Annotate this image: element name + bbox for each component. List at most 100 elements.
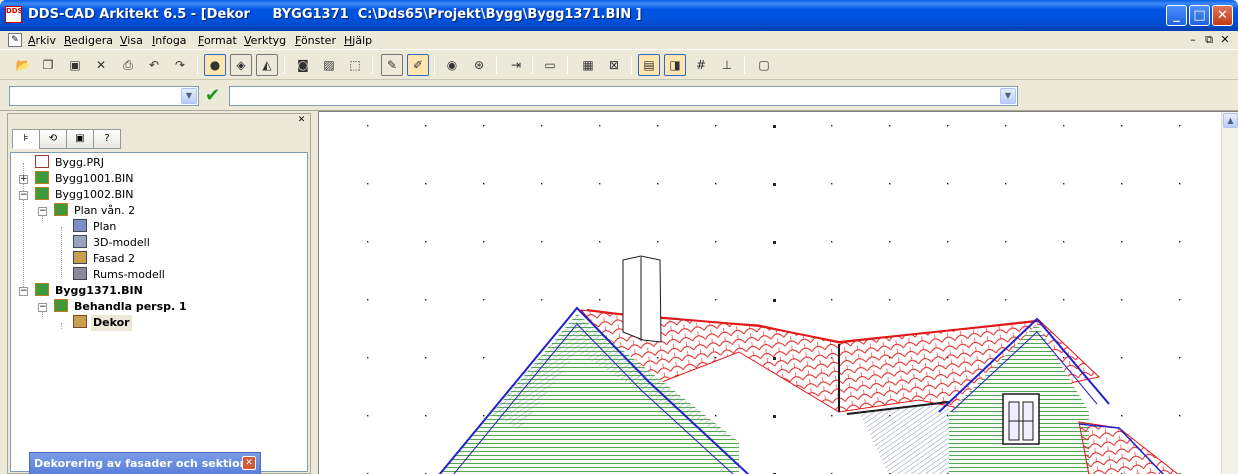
grid-dot: [1179, 125, 1181, 127]
ruler-icon[interactable]: ⊥: [716, 54, 738, 76]
tree-node-dekor[interactable]: Dekor: [73, 315, 132, 331]
collapse-icon[interactable]: −: [19, 191, 28, 200]
mdi-restore-button[interactable]: ⧉: [1202, 33, 1216, 47]
grid-dot: [947, 125, 949, 127]
close-icon[interactable]: ✕: [296, 115, 307, 126]
chevron-down-icon[interactable]: ▼: [181, 88, 197, 104]
tree-node-behandla-persp[interactable]: Behandla persp. 1: [54, 299, 189, 315]
menu-hjalp[interactable]: Hjälp: [344, 34, 372, 47]
tree-node-bygg1001[interactable]: Bygg1001.BIN: [35, 171, 136, 187]
measure-icon[interactable]: ⊛: [468, 54, 490, 76]
image-icon[interactable]: ▦: [577, 54, 599, 76]
grid-dot: [367, 415, 369, 417]
grid-dot: [599, 125, 601, 127]
grid-icon[interactable]: #: [690, 54, 712, 76]
print-icon[interactable]: ⎙: [117, 54, 139, 76]
house-drawing[interactable]: [319, 112, 1222, 474]
grid-dot: [1005, 299, 1007, 301]
grid-dot: [483, 357, 485, 359]
view-tab[interactable]: ▣: [66, 129, 94, 149]
command-combo[interactable]: ▼: [229, 86, 1018, 106]
collapse-icon[interactable]: −: [19, 287, 28, 296]
snap-icon[interactable]: ◨: [664, 54, 686, 76]
plan-view-icon[interactable]: ▤: [638, 54, 660, 76]
grid-dot: [541, 241, 543, 243]
tree-node-plan-van-2[interactable]: Plan vån. 2: [54, 203, 137, 219]
render-scene-icon[interactable]: ◭: [256, 54, 278, 76]
grid-dot: [773, 241, 776, 244]
decoration-dialog[interactable]: Dekorering av fasader och sektion ✕: [29, 452, 261, 474]
tree-node-rums-modell[interactable]: Rums-modell: [73, 267, 167, 283]
pencil-icon[interactable]: ✎: [381, 54, 403, 76]
mdi-close-button[interactable]: ✕: [1218, 33, 1232, 46]
redo-icon[interactable]: ↷: [169, 54, 191, 76]
tree-node-fasad-2[interactable]: Fasad 2: [73, 251, 137, 267]
tree-node-3d-modell[interactable]: 3D-modell: [73, 235, 152, 251]
grid-dot: [367, 299, 369, 301]
drawing-canvas[interactable]: ▲: [318, 111, 1238, 474]
view-window-icon[interactable]: ◙: [292, 54, 314, 76]
chevron-down-icon[interactable]: ▼: [1000, 88, 1016, 104]
menu-arkiv[interactable]: Arkiv: [28, 34, 56, 47]
mdi-minimize-button[interactable]: –: [1186, 33, 1200, 46]
render-sphere-icon[interactable]: ●: [204, 54, 226, 76]
app-icon[interactable]: DDS: [5, 6, 23, 23]
toolbar-separator: [284, 56, 285, 74]
toolbar: 📂 ❐ ▣ ✕ ⎙ ↶ ↷ ● ◈ ◭ ◙ ▨ ⬚ ✎ ✐ ◉ ⊛ ⇥ ▭ ▦ …: [0, 51, 1238, 80]
layers-tab[interactable]: ⟲: [39, 129, 67, 149]
new-project-icon[interactable]: ❐: [37, 54, 59, 76]
collapse-icon[interactable]: −: [38, 207, 47, 216]
tree-node-bygg1002[interactable]: Bygg1002.BIN: [35, 187, 136, 203]
grid-dot: [425, 241, 427, 243]
vertical-scrollbar[interactable]: ▲: [1221, 112, 1238, 474]
expand-icon[interactable]: +: [19, 175, 28, 184]
open-folder-icon[interactable]: 📂: [12, 54, 34, 76]
insert-icon[interactable]: ⇥: [505, 54, 527, 76]
text-box-icon[interactable]: ▭: [539, 54, 561, 76]
menu-visa[interactable]: Visa: [120, 34, 143, 47]
view-image-icon[interactable]: ▨: [318, 54, 340, 76]
chevron-up-icon[interactable]: ▲: [1223, 113, 1238, 128]
menu-infoga[interactable]: Infoga: [152, 34, 187, 47]
building-icon: [35, 187, 49, 200]
grid-dot: [1005, 125, 1007, 127]
project-icon: [35, 155, 49, 168]
crop-icon[interactable]: ⊠: [603, 54, 625, 76]
collapse-icon[interactable]: −: [38, 303, 47, 312]
layer-combo[interactable]: ▼: [9, 86, 199, 106]
menu-fonster[interactable]: Fönster: [295, 34, 336, 47]
eraser-icon[interactable]: ✐: [407, 54, 429, 76]
toolbar-separator: [197, 56, 198, 74]
grid-dot: [947, 183, 949, 185]
minimize-button[interactable]: _: [1166, 5, 1187, 26]
toolbar-separator: [744, 56, 745, 74]
eye-icon[interactable]: ◉: [441, 54, 463, 76]
fullscreen-icon[interactable]: ▢: [753, 54, 775, 76]
grid-dot: [831, 125, 833, 127]
render-box-icon[interactable]: ◈: [230, 54, 252, 76]
delete-icon[interactable]: ✕: [90, 54, 112, 76]
menu-redigera[interactable]: Redigera: [64, 34, 113, 47]
grid-dot: [1063, 241, 1065, 243]
menu-format[interactable]: Format: [198, 34, 237, 47]
dormer-window[interactable]: [1002, 393, 1040, 445]
check-icon[interactable]: ✔: [205, 85, 220, 106]
undo-icon[interactable]: ↶: [143, 54, 165, 76]
grid-dot: [1063, 183, 1065, 185]
title-bar[interactable]: DDS DDS-CAD Arkitekt 6.5 - [Dekor BYGG13…: [0, 0, 1238, 31]
tree-node-project[interactable]: Bygg.PRJ: [35, 155, 106, 171]
close-icon[interactable]: ✕: [242, 456, 256, 470]
close-button[interactable]: ✕: [1212, 5, 1233, 26]
building-icon: [35, 283, 49, 296]
save-icon[interactable]: ▣: [64, 54, 86, 76]
menu-verktyg[interactable]: Verktyg: [244, 34, 286, 47]
grid-dot: [425, 415, 427, 417]
tree-node-plan[interactable]: Plan: [73, 219, 118, 235]
tree-tab[interactable]: ⊧: [12, 129, 40, 149]
document-menu-icon[interactable]: ✎: [8, 33, 22, 47]
select-area-icon[interactable]: ⬚: [344, 54, 366, 76]
grid-dot: [657, 183, 659, 185]
tree-node-bygg1371[interactable]: Bygg1371.BIN: [35, 283, 145, 299]
maximize-button[interactable]: □: [1189, 5, 1210, 26]
help-tab[interactable]: ?: [93, 129, 121, 149]
